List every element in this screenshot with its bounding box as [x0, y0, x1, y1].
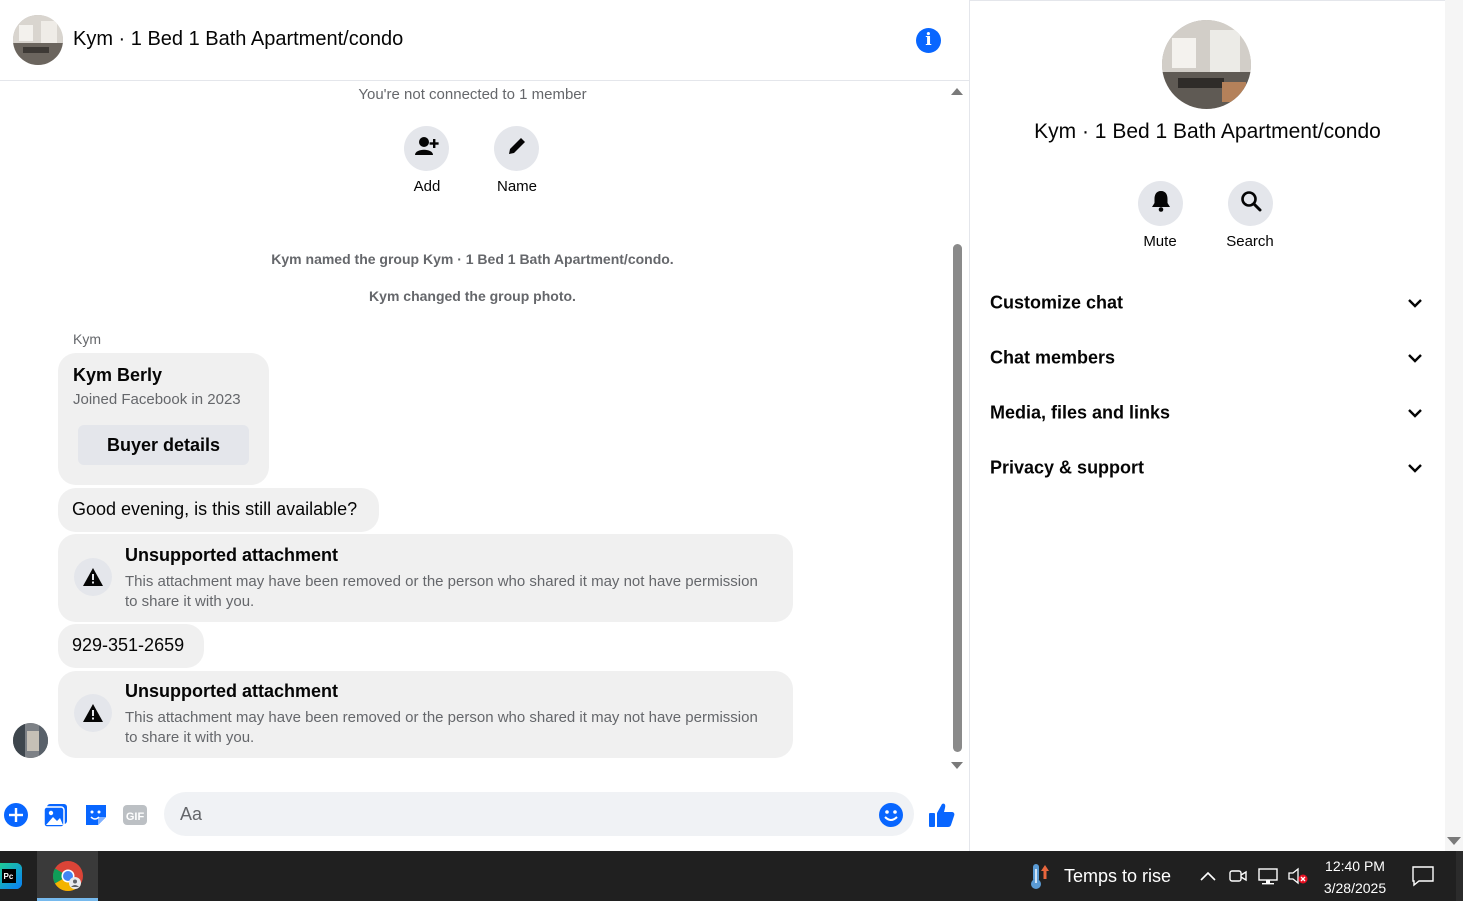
- sender-name: Kym: [73, 331, 101, 347]
- search-button[interactable]: [1228, 181, 1273, 226]
- attachment-title: Unsupported attachment: [125, 681, 339, 701]
- system-clock[interactable]: 12:40 PM 3/28/2025: [1310, 855, 1400, 899]
- thumbs-up-icon[interactable]: [928, 801, 956, 829]
- profile-card: Kym Berly Joined Facebook in 2023 Buyer …: [58, 353, 269, 485]
- message-input[interactable]: [178, 792, 868, 836]
- message-text: Good evening, is this still available?: [72, 499, 358, 519]
- warning-icon: [74, 558, 112, 596]
- mute-button[interactable]: [1138, 181, 1183, 226]
- buyer-details-button[interactable]: Buyer details: [78, 425, 249, 465]
- chevron-down-icon: [1408, 353, 1422, 363]
- page-scroll-down-arrow[interactable]: [1447, 837, 1461, 845]
- system-message: Kym changed the group photo.: [369, 288, 576, 304]
- profile-subtitle: Joined Facebook in 2023: [73, 391, 241, 408]
- section-privacy-support[interactable]: Privacy & support: [970, 440, 1445, 495]
- attachment-bubble[interactable]: Unsupported attachment This attachment m…: [58, 671, 793, 758]
- weather-text[interactable]: Temps to rise: [1064, 866, 1171, 887]
- warning-icon: [74, 694, 112, 732]
- show-hidden-icons-chevron-icon[interactable]: [1198, 851, 1218, 901]
- chevron-down-icon: [1408, 298, 1422, 308]
- name-label: Name: [496, 178, 537, 195]
- add-label: Add: [413, 178, 441, 195]
- notification-center-icon[interactable]: [1408, 851, 1438, 901]
- profile-name: Kym Berly: [73, 365, 163, 385]
- section-label: Chat members: [990, 347, 1116, 367]
- clock-time: 12:40 PM: [1325, 858, 1385, 874]
- meet-now-icon[interactable]: [1228, 851, 1248, 901]
- chevron-down-icon: [1408, 408, 1422, 418]
- section-label: Privacy & support: [990, 457, 1145, 477]
- chevron-down-icon: [1408, 463, 1422, 473]
- clock-date: 3/28/2025: [1323, 880, 1387, 896]
- section-customize-chat[interactable]: Customize chat: [970, 275, 1445, 330]
- add-person-icon: [414, 136, 439, 161]
- gif-label: GIF: [126, 811, 145, 823]
- system-message: Kym named the group Kym · 1 Bed 1 Bath A…: [271, 251, 674, 267]
- chat-title[interactable]: Kym · 1 Bed 1 Bath Apartment/condo: [73, 28, 403, 51]
- chat-header: Kym · 1 Bed 1 Bath Apartment/condo i: [0, 0, 969, 81]
- group-avatar[interactable]: [13, 15, 63, 65]
- page-scrollbar[interactable]: [1445, 0, 1463, 851]
- group-avatar-large[interactable]: [1162, 20, 1251, 109]
- svg-text:Pc: Pc: [4, 872, 14, 881]
- name-group-button[interactable]: [494, 126, 539, 171]
- section-label: Media, files and links: [990, 402, 1171, 422]
- pencil-icon: [507, 136, 527, 161]
- section-label: Customize chat: [990, 292, 1124, 312]
- attachment-bubble[interactable]: Unsupported attachment This attachment m…: [58, 534, 793, 622]
- message-bubble[interactable]: 929-351-2659: [58, 624, 204, 668]
- search-icon: [1240, 190, 1262, 217]
- thermometer-icon[interactable]: [1026, 851, 1052, 901]
- scroll-up-arrow[interactable]: [951, 88, 963, 95]
- mute-label: Mute: [1143, 233, 1177, 250]
- section-chat-members[interactable]: Chat members: [970, 330, 1445, 385]
- message-bubble[interactable]: Good evening, is this still available?: [58, 488, 379, 532]
- attachment-description: This attachment may have been removed or…: [125, 573, 758, 610]
- network-icon[interactable]: [1256, 851, 1280, 901]
- attachment-title: Unsupported attachment: [125, 545, 339, 565]
- plus-icon[interactable]: [3, 802, 29, 828]
- bell-icon: [1151, 190, 1171, 217]
- info-icon[interactable]: i: [916, 28, 941, 53]
- volume-muted-icon[interactable]: [1286, 851, 1310, 901]
- search-label: Search: [1226, 233, 1274, 250]
- gif-icon[interactable]: GIF: [122, 802, 148, 828]
- add-member-button[interactable]: [404, 126, 449, 171]
- message-text: 929-351-2659: [72, 635, 185, 655]
- scroll-thumb[interactable]: [953, 244, 962, 752]
- sticker-icon[interactable]: [83, 802, 109, 828]
- scroll-down-arrow[interactable]: [951, 762, 963, 769]
- connection-notice: You're not connected to 1 member: [358, 86, 587, 103]
- attachment-description: This attachment may have been removed or…: [125, 709, 758, 746]
- section-media-files-links[interactable]: Media, files and links: [970, 385, 1445, 440]
- message-input-container[interactable]: [164, 792, 914, 836]
- show-desktop-button[interactable]: [1456, 851, 1463, 901]
- panel-title: Kym · 1 Bed 1 Bath Apartment/condo: [1034, 120, 1381, 143]
- emoji-icon[interactable]: [878, 802, 904, 828]
- pycharm-app-icon[interactable]: Pc: [0, 851, 24, 901]
- photo-icon[interactable]: [43, 802, 69, 828]
- chrome-icon[interactable]: [50, 851, 86, 901]
- sender-avatar[interactable]: [13, 723, 48, 758]
